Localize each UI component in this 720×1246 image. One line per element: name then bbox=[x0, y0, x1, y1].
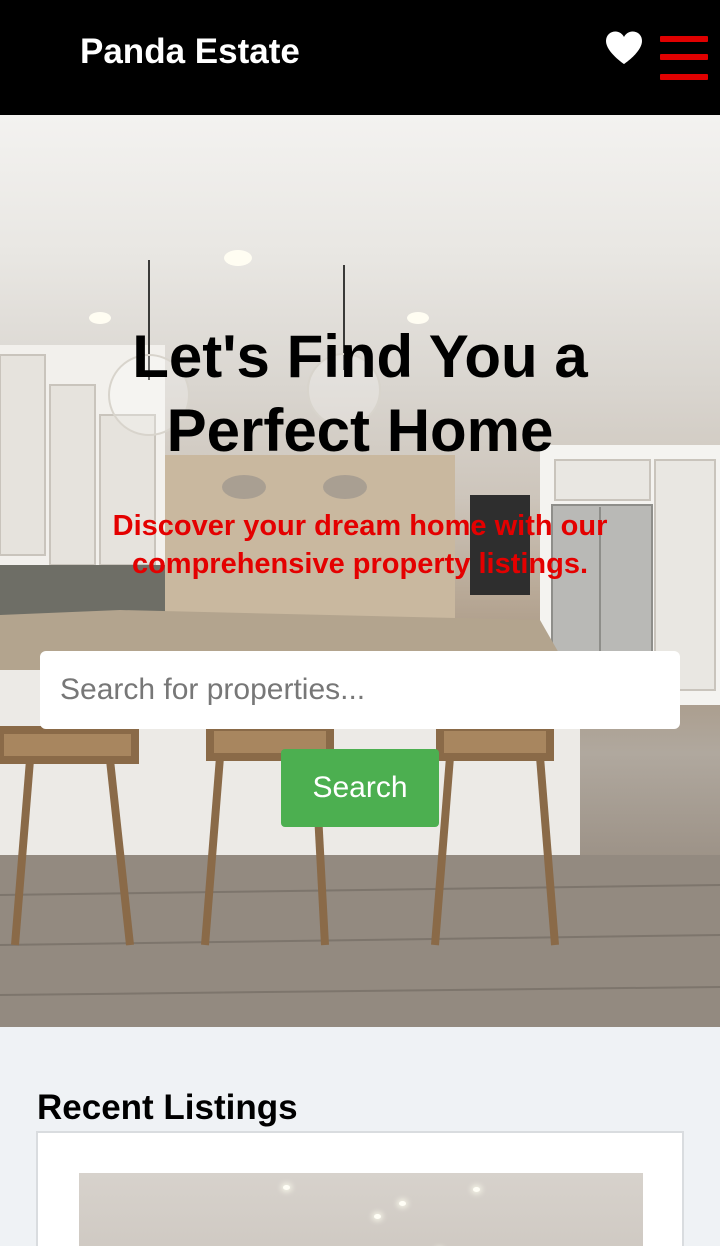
heart-icon bbox=[606, 31, 642, 64]
hero-title: Let's Find You a Perfect Home bbox=[132, 323, 588, 464]
ceiling-light bbox=[283, 1185, 290, 1190]
hero-subtitle: Discover your dream home with our compre… bbox=[112, 510, 608, 580]
menu-bar-top bbox=[660, 36, 708, 42]
brand-logo-text[interactable]: Panda Estate bbox=[80, 30, 300, 74]
listing-image[interactable] bbox=[79, 1173, 643, 1246]
top-navbar: Panda Estate bbox=[0, 0, 720, 115]
ceiling-light bbox=[399, 1201, 406, 1206]
hero-section: Let's Find You a Perfect Home Discover y… bbox=[0, 115, 720, 1027]
ceiling-light bbox=[473, 1187, 480, 1192]
hamburger-menu-button[interactable] bbox=[660, 36, 708, 84]
ceiling-light bbox=[374, 1214, 381, 1219]
search-button[interactable]: Search bbox=[281, 749, 439, 827]
property-search-input[interactable] bbox=[40, 651, 680, 729]
recent-listings-heading: Recent Listings bbox=[37, 1088, 298, 1127]
menu-bar-middle bbox=[660, 54, 708, 60]
menu-bar-bottom bbox=[660, 74, 708, 80]
listing-card[interactable] bbox=[36, 1131, 684, 1246]
favorites-button[interactable] bbox=[604, 30, 644, 66]
